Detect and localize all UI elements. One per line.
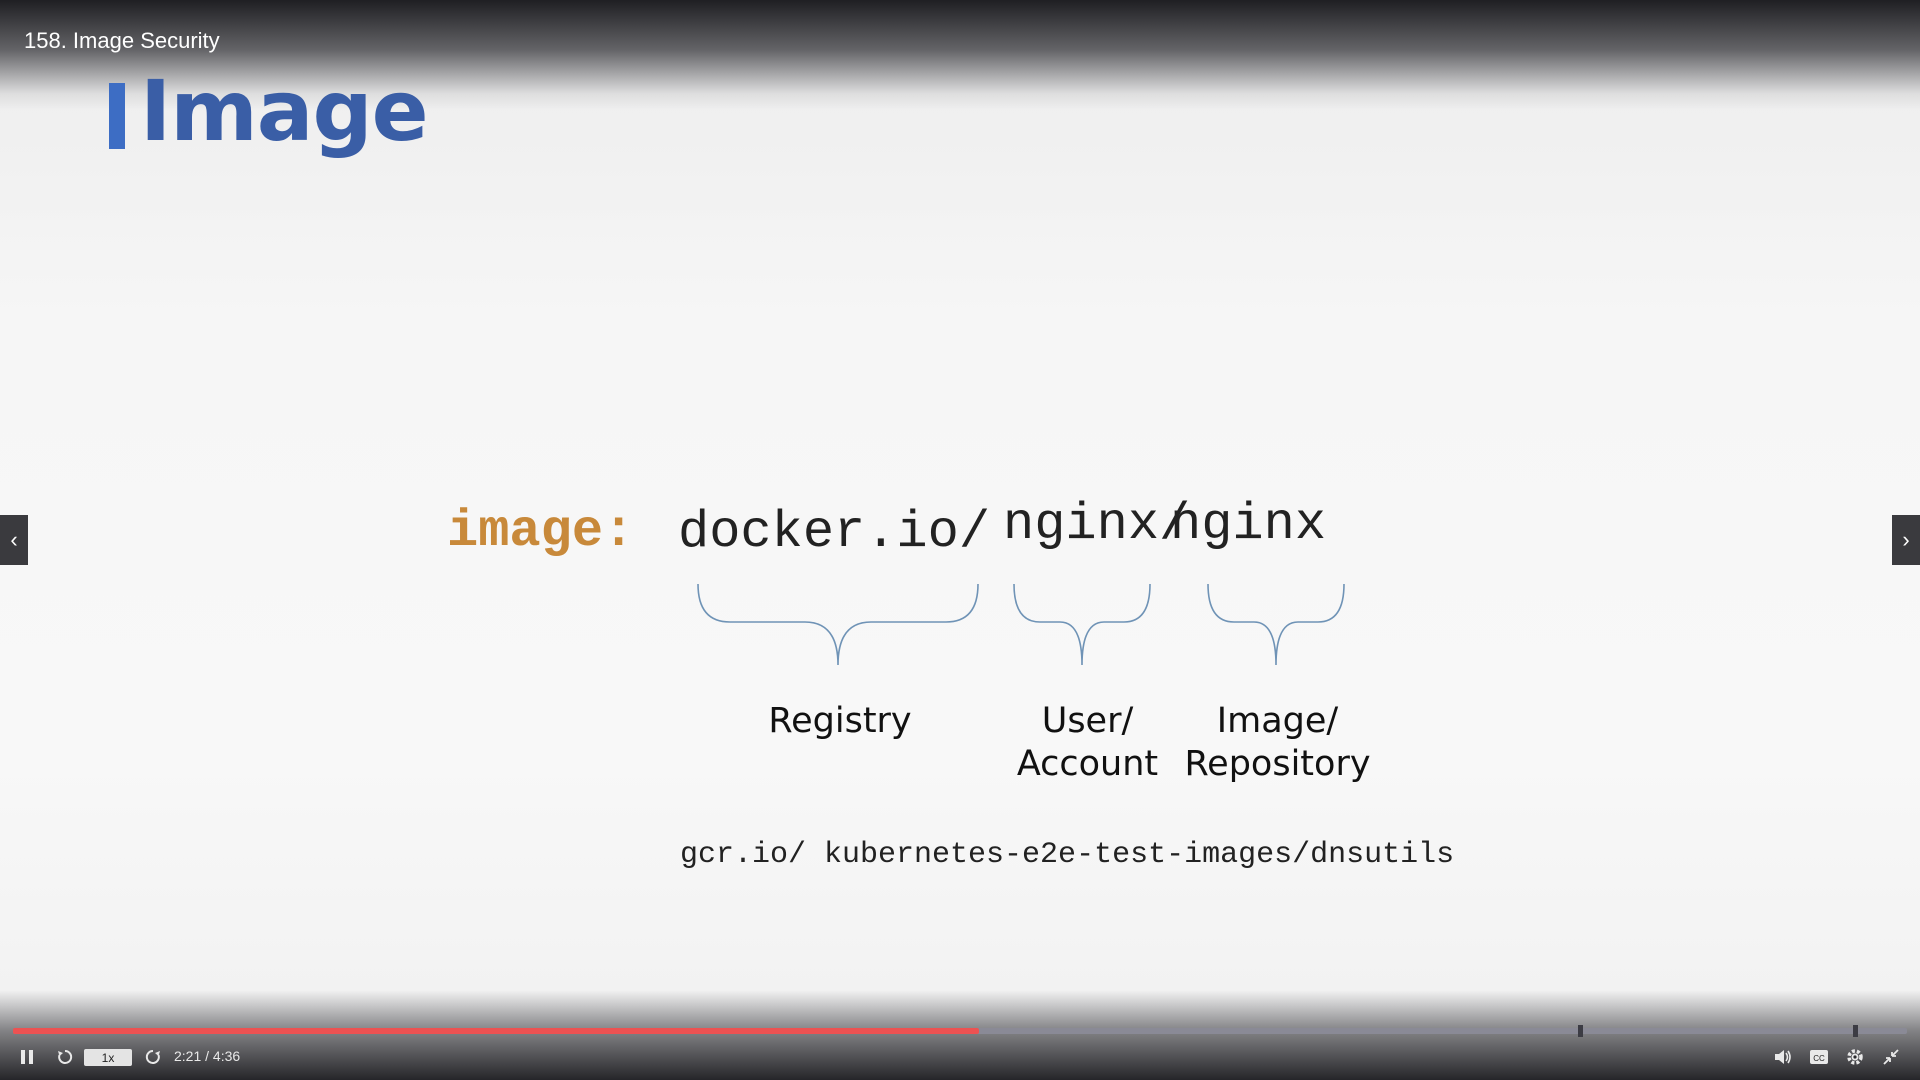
- example-image-path: gcr.io/ kubernetes-e2e-test-images/dnsut…: [680, 838, 1455, 872]
- captions-icon: CC: [1810, 1050, 1828, 1064]
- chapter-marker: [1578, 1025, 1583, 1037]
- progress-bar[interactable]: [13, 1025, 1907, 1037]
- chevron-left-icon: ‹: [10, 527, 18, 552]
- progress-played: [13, 1028, 979, 1034]
- label-user-account: User/ Account: [1016, 701, 1159, 784]
- pause-icon: [21, 1050, 33, 1064]
- image-segment-user: nginx/: [1003, 495, 1191, 554]
- brace-user: [1013, 583, 1151, 666]
- volume-icon: [1775, 1050, 1791, 1064]
- next-slide-button[interactable]: ›: [1892, 515, 1920, 565]
- label-registry: Registry: [768, 701, 912, 741]
- rewind-button[interactable]: [52, 1044, 78, 1070]
- rewind-icon: [58, 1049, 73, 1064]
- pause-button[interactable]: [14, 1044, 40, 1070]
- slide-title-accent-bar: [109, 83, 125, 149]
- label-image-repository: Image/ Repository: [1184, 701, 1371, 784]
- brace-registry: [697, 583, 979, 666]
- forward-button[interactable]: [140, 1044, 166, 1070]
- exit-fullscreen-icon: [1883, 1049, 1899, 1065]
- slide-title: Image: [140, 62, 429, 160]
- exit-fullscreen-button[interactable]: [1878, 1044, 1904, 1070]
- image-key: image:: [447, 502, 635, 561]
- settings-button[interactable]: [1842, 1044, 1868, 1070]
- image-segment-registry: docker.io/: [678, 503, 991, 562]
- brace-image: [1207, 583, 1345, 666]
- volume-button[interactable]: [1770, 1044, 1796, 1070]
- playback-speed-button[interactable]: 1x: [84, 1049, 132, 1066]
- control-bar: 1x 2:21 / 4:36 CC: [0, 1044, 1920, 1074]
- chevron-right-icon: ›: [1902, 527, 1910, 552]
- previous-slide-button[interactable]: ‹: [0, 515, 28, 565]
- video-player: 158. Image Security Image image: docker.…: [0, 0, 1920, 1080]
- lecture-title: 158. Image Security: [24, 28, 220, 53]
- image-segment-image: nginx: [1170, 495, 1327, 554]
- chapter-marker: [1853, 1025, 1858, 1037]
- gear-icon: [1847, 1049, 1863, 1065]
- svg-text:CC: CC: [1813, 1054, 1825, 1063]
- time-display: 2:21 / 4:36: [174, 1048, 241, 1064]
- captions-button[interactable]: CC: [1806, 1044, 1832, 1070]
- forward-icon: [145, 1049, 160, 1064]
